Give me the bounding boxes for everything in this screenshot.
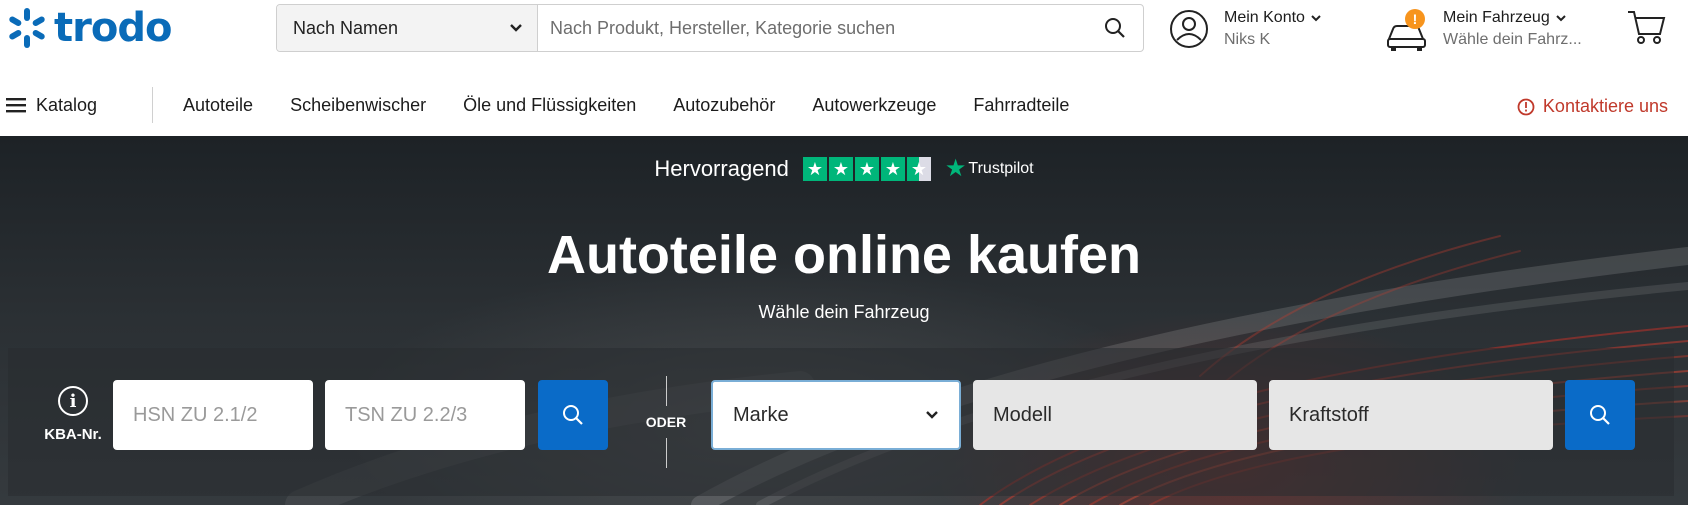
search-input[interactable] bbox=[538, 5, 1087, 51]
contact-link[interactable]: Kontaktiere uns bbox=[1517, 96, 1668, 117]
search-icon bbox=[563, 405, 583, 425]
kba-label: KBA-Nr. bbox=[44, 426, 102, 443]
catalog-menu-button[interactable]: Katalog bbox=[6, 95, 152, 116]
hero-section: Hervorragend ★ ★ ★ ★ ★ ★ Trustpilot Auto… bbox=[0, 136, 1688, 505]
search-icon bbox=[1590, 405, 1610, 425]
nav-link-autowerkzeuge[interactable]: Autowerkzeuge bbox=[812, 95, 936, 116]
logo-star-icon bbox=[9, 8, 45, 48]
or-label: ODER bbox=[645, 414, 687, 430]
star-icon: ★ bbox=[854, 156, 879, 181]
vehicle-menu[interactable]: ! Mein Fahrzeug Wähle dein Fahrz... bbox=[1385, 4, 1582, 54]
nav-link-oele[interactable]: Öle und Flüssigkeiten bbox=[463, 95, 636, 116]
fuel-select[interactable]: Kraftstoff bbox=[1269, 380, 1553, 450]
trustpilot-label: Trustpilot bbox=[968, 159, 1034, 177]
search-bar: Nach Namen bbox=[276, 4, 1144, 52]
hero-subtitle: Wähle dein Fahrzeug bbox=[758, 302, 930, 322]
info-icon bbox=[1517, 98, 1535, 115]
nav-link-fahrradteile[interactable]: Fahrradteile bbox=[973, 95, 1069, 116]
account-menu[interactable]: Mein Konto Niks K bbox=[1168, 4, 1321, 54]
rating-word: Hervorragend bbox=[654, 155, 789, 181]
model-select-value: Modell bbox=[993, 403, 1052, 426]
rating-stars: ★ ★ ★ ★ ★ bbox=[802, 156, 931, 181]
nav-link-autoteile[interactable]: Autoteile bbox=[183, 95, 253, 116]
tsn-input[interactable] bbox=[345, 403, 505, 427]
trustpilot-logo: ★ Trustpilot bbox=[945, 154, 1034, 183]
vehicle-alert-badge: ! bbox=[1405, 9, 1425, 29]
star-icon: ★ bbox=[880, 156, 905, 181]
star-icon: ★ bbox=[828, 156, 853, 181]
cart-button[interactable] bbox=[1626, 8, 1666, 51]
top-header: trodo Nach Namen Mein Konto Niks K ! Mei… bbox=[0, 0, 1688, 74]
star-icon: ★ bbox=[802, 156, 827, 181]
chevron-down-icon bbox=[1311, 15, 1321, 22]
chevron-down-icon bbox=[926, 411, 938, 419]
user-icon bbox=[1170, 10, 1208, 48]
fuel-select-value: Kraftstoff bbox=[1289, 403, 1369, 426]
vehicle-label: Mein Fahrzeug bbox=[1443, 9, 1550, 26]
kba-info[interactable]: i KBA-Nr. bbox=[38, 386, 108, 443]
hsn-input[interactable] bbox=[133, 403, 293, 427]
info-icon: i bbox=[58, 386, 88, 416]
account-label: Mein Konto bbox=[1224, 9, 1305, 26]
brand-select[interactable]: Marke bbox=[711, 380, 961, 450]
trustpilot-rating[interactable]: Hervorragend ★ ★ ★ ★ ★ ★ Trustpilot bbox=[0, 154, 1688, 183]
nav-divider bbox=[152, 87, 153, 123]
nav-link-autozubehoer[interactable]: Autozubehör bbox=[673, 95, 775, 116]
trustpilot-star-icon: ★ bbox=[944, 155, 967, 182]
logo-text: trodo bbox=[54, 5, 172, 51]
model-select[interactable]: Modell bbox=[973, 380, 1257, 450]
hamburger-icon bbox=[6, 98, 26, 113]
nav-link-scheibenwischer[interactable]: Scheibenwischer bbox=[290, 95, 426, 116]
chevron-down-icon bbox=[1556, 15, 1566, 22]
account-user: Niks K bbox=[1224, 31, 1271, 48]
contact-label: Kontaktiere uns bbox=[1542, 96, 1668, 116]
hsn-field[interactable] bbox=[113, 380, 313, 450]
star-half-icon: ★ bbox=[906, 156, 931, 181]
search-button[interactable] bbox=[1087, 5, 1143, 51]
search-icon bbox=[1105, 18, 1125, 38]
brand-select-value: Marke bbox=[733, 403, 789, 426]
trodo-logo[interactable]: trodo bbox=[6, 5, 172, 51]
or-divider: ODER bbox=[638, 376, 694, 468]
search-type-select[interactable]: Nach Namen bbox=[277, 5, 538, 51]
cart-icon bbox=[1628, 11, 1666, 44]
hero-title: Autoteile online kaufen bbox=[546, 225, 1142, 285]
vehicle-hint: Wähle dein Fahrz... bbox=[1443, 31, 1582, 48]
vehicle-search-button[interactable] bbox=[1565, 380, 1635, 450]
tsn-field[interactable] bbox=[325, 380, 525, 450]
chevron-down-icon bbox=[510, 24, 522, 32]
catalog-label: Katalog bbox=[36, 94, 98, 115]
vehicle-search-panel: i KBA-Nr. ODER Marke Modell Kraftstoff bbox=[8, 348, 1674, 496]
kba-search-button[interactable] bbox=[538, 380, 608, 450]
search-type-value: Nach Namen bbox=[293, 17, 399, 38]
main-nav: Katalog Autoteile Scheibenwischer Öle un… bbox=[0, 74, 1688, 136]
